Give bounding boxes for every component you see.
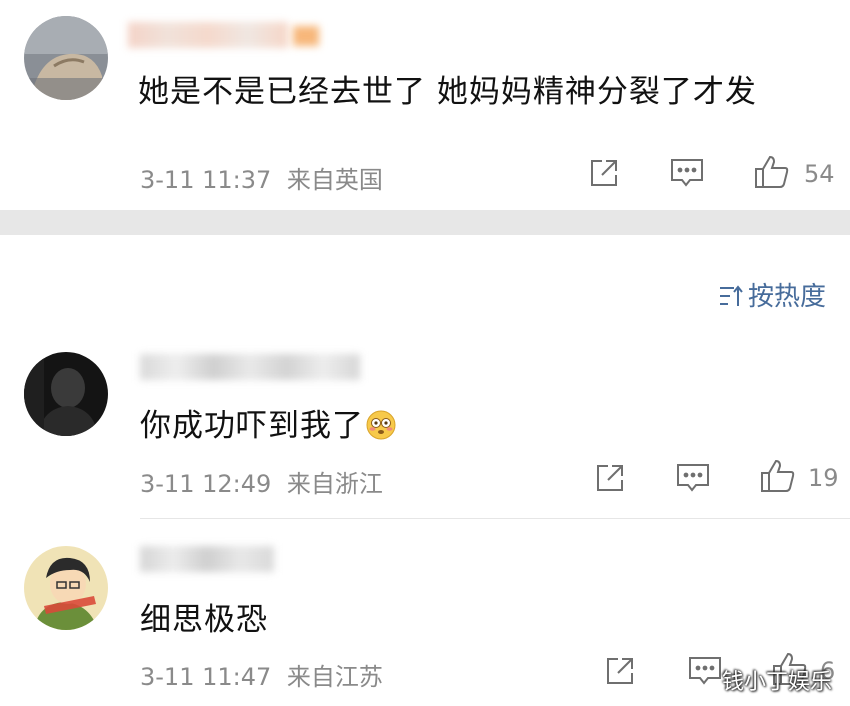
sort-icon [718,284,744,315]
share-icon[interactable] [594,462,626,498]
avatar[interactable] [24,352,108,436]
like-count: 54 [804,160,835,188]
share-icon[interactable] [588,157,620,193]
avatar[interactable] [24,546,108,630]
comment-text: 细思极恐 [140,602,268,638]
comment-divider [140,518,850,519]
comment-time: 3-11 12:49 [140,470,272,498]
username-blurred[interactable] [140,542,280,572]
comment-icon[interactable] [688,655,722,691]
avatar[interactable] [24,16,108,100]
share-icon[interactable] [604,655,636,691]
thumbs-up-icon[interactable] [754,154,790,194]
comment-location: 来自英国 [286,166,383,194]
flushed-face-emoji [366,410,396,448]
comment-meta: 3-11 11:47 来自江苏 [140,657,383,692]
like-count: 19 [808,464,839,492]
comment-time: 3-11 11:47 [140,663,272,691]
sort-label: 按热度 [748,282,827,312]
comment-time: 3-11 11:37 [140,166,272,194]
comment-meta: 3-11 11:37 来自英国 [140,160,383,195]
thumbs-up-icon[interactable] [760,458,796,498]
section-divider [0,210,850,235]
comment-text: 她是不是已经去世了 她妈妈精神分裂了才发 [138,74,757,110]
comment-icon[interactable] [676,462,710,498]
comment-text: 你成功吓到我了 [140,400,396,448]
comment-location: 来自浙江 [286,470,383,498]
sort-toggle[interactable]: 按热度 [718,276,826,315]
comment-location: 来自江苏 [286,663,383,691]
comment-text-content: 你成功吓到我了 [140,408,364,444]
watermark: 钱小丁娱乐 [722,670,833,695]
comment-icon[interactable] [670,157,704,193]
comment-meta: 3-11 12:49 来自浙江 [140,464,383,499]
username-blurred[interactable] [128,22,323,50]
username-blurred[interactable] [140,350,365,380]
